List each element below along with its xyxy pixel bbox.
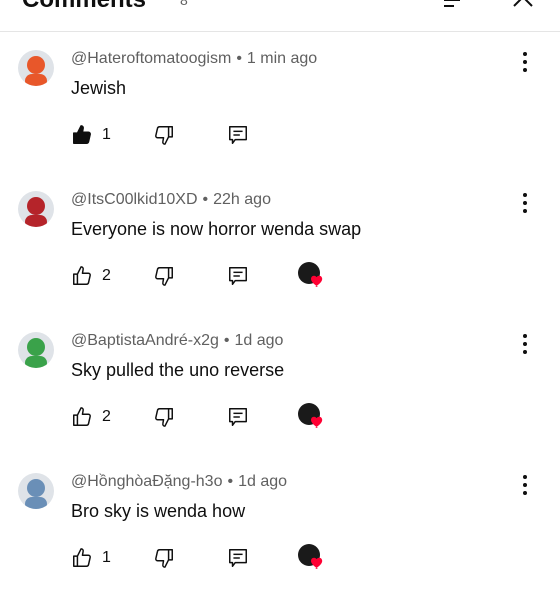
- like-count: 2: [102, 267, 111, 284]
- avatar[interactable]: [18, 473, 54, 509]
- like-button[interactable]: 1: [71, 122, 111, 148]
- meta-separator: •: [202, 191, 209, 208]
- reply-button[interactable]: [227, 263, 249, 289]
- reply-comment-icon: [229, 126, 247, 144]
- comment-actions: 1: [71, 122, 371, 152]
- thumbs-down-icon: [155, 549, 173, 568]
- thumbs-down-icon: [155, 408, 173, 427]
- reply-button[interactable]: [227, 545, 249, 571]
- creator-heart-icon: [298, 544, 323, 569]
- close-icon[interactable]: [508, 0, 538, 10]
- dislike-button[interactable]: [153, 122, 175, 148]
- reply-comment-icon: [229, 267, 247, 285]
- creator-heart-icon: [298, 262, 323, 287]
- like-count: 2: [102, 408, 111, 425]
- comment-time[interactable]: 1 min ago: [247, 50, 317, 67]
- comment-text: Everyone is now horror wenda swap: [71, 219, 362, 239]
- comment-author[interactable]: @Hateroftomatoogism: [71, 50, 231, 67]
- like-button[interactable]: 1: [71, 545, 111, 571]
- more-options-button[interactable]: [514, 471, 536, 499]
- dislike-button[interactable]: [153, 404, 175, 430]
- comment-text: Sky pulled the uno reverse: [71, 360, 285, 380]
- comments-title: Comments: [22, 0, 146, 14]
- kebab-dot: [523, 193, 527, 197]
- comment-meta: @HồnghòaĐặng-h3o • 1d ago: [71, 473, 287, 491]
- reply-comment-icon: [229, 408, 247, 426]
- comment-item: @HồnghòaĐặng-h3o • 1d ago Bro sky is wenda…: [0, 459, 560, 600]
- comment-time[interactable]: 1d ago: [234, 332, 283, 349]
- like-button[interactable]: 2: [71, 263, 111, 289]
- thumbs-up-icon: [73, 266, 91, 285]
- creator-heart-icon: [298, 403, 323, 428]
- thumbs-up-icon: [73, 125, 91, 144]
- kebab-dot: [523, 475, 527, 479]
- kebab-dot: [523, 209, 527, 213]
- thumbs-up-icon: [73, 548, 91, 567]
- comment-item: @Hateroftomatoogism • 1 min ago Jewish 1: [0, 36, 560, 177]
- like-count: 1: [102, 549, 111, 566]
- comment-meta: @BaptistaAndré-x2g • 1d ago: [71, 332, 283, 350]
- avatar[interactable]: [18, 191, 54, 227]
- meta-separator: •: [223, 332, 230, 349]
- comment-author[interactable]: @BaptistaAndré-x2g: [71, 332, 219, 349]
- comment-item: @ItsC00lkid10XD • 22h ago Everyone is now …: [0, 177, 560, 318]
- kebab-dot: [523, 68, 527, 72]
- creator-heart-badge: [297, 543, 327, 573]
- comment-text: Jewish: [71, 78, 127, 98]
- comment-actions: 2: [71, 261, 371, 293]
- creator-heart-badge: [297, 261, 327, 291]
- comment-meta: @Hateroftomatoogism • 1 min ago: [71, 50, 317, 68]
- more-options-button[interactable]: [514, 189, 536, 217]
- comment-item: @BaptistaAndré-x2g • 1d ago Sky pulled the…: [0, 318, 560, 459]
- thumbs-up-icon: [73, 407, 91, 426]
- dislike-button[interactable]: [153, 545, 175, 571]
- meta-separator: •: [236, 50, 242, 67]
- comment-author[interactable]: @HồnghòaĐặng-h3o: [71, 473, 222, 490]
- creator-heart-badge: [297, 402, 327, 432]
- sort-icon[interactable]: [440, 0, 470, 10]
- comment-text: Bro sky is wenda how: [71, 501, 246, 521]
- kebab-dot: [523, 491, 527, 495]
- kebab-dot: [523, 350, 527, 354]
- kebab-dot: [523, 334, 527, 338]
- reply-comment-icon: [229, 549, 247, 567]
- reply-button[interactable]: [227, 404, 249, 430]
- kebab-dot: [523, 52, 527, 56]
- meta-separator: •: [227, 473, 234, 490]
- more-options-button[interactable]: [514, 48, 536, 76]
- thumbs-down-icon: [155, 267, 173, 286]
- kebab-dot: [523, 201, 527, 205]
- more-options-button[interactable]: [514, 330, 536, 358]
- kebab-dot: [523, 342, 527, 346]
- comment-meta: @ItsC00lkid10XD • 22h ago: [71, 191, 271, 209]
- dislike-button[interactable]: [153, 263, 175, 289]
- comment-actions: 1: [71, 543, 371, 575]
- thumbs-down-icon: [155, 126, 173, 145]
- kebab-dot: [523, 60, 527, 64]
- comment-time[interactable]: 22h ago: [213, 191, 271, 208]
- comment-actions: 2: [71, 402, 371, 434]
- avatar[interactable]: [18, 332, 54, 368]
- comments-header: Comments 8: [0, 0, 560, 32]
- like-button[interactable]: 2: [71, 404, 111, 430]
- like-count: 1: [102, 126, 111, 143]
- comments-count: 8: [180, 0, 188, 8]
- avatar[interactable]: [18, 50, 54, 86]
- comment-author[interactable]: @ItsC00lkid10XD: [71, 191, 198, 208]
- comment-time[interactable]: 1d ago: [238, 473, 287, 490]
- reply-button[interactable]: [227, 122, 249, 148]
- kebab-dot: [523, 483, 527, 487]
